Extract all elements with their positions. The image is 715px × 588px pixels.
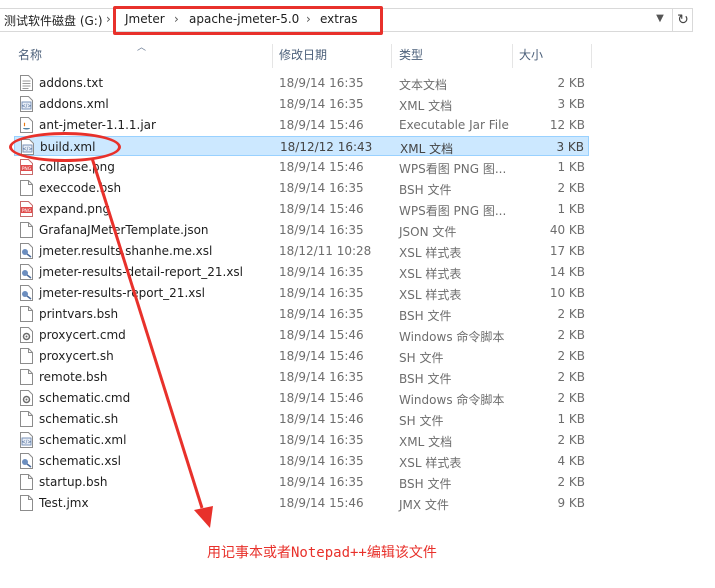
- annotation-note: 用记事本或者Notepad++编辑该文件: [207, 545, 437, 561]
- annotation-arrow: [90, 157, 213, 528]
